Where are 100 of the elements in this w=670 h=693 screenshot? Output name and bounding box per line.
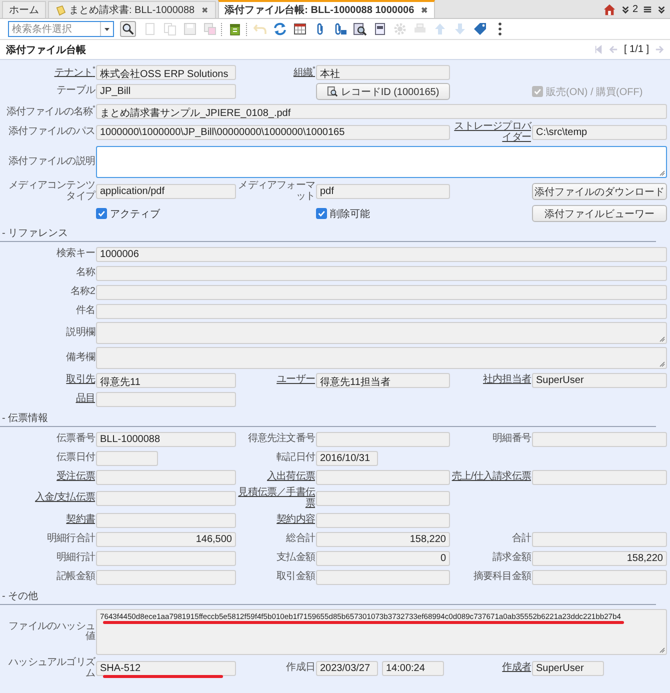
- input-field[interactable]: [532, 470, 667, 484]
- zoom-icon: [326, 86, 338, 97]
- trash-icon[interactable]: [228, 22, 242, 36]
- input-field[interactable]: 1000006: [96, 246, 667, 262]
- field-link[interactable]: 入出荷伝票: [266, 472, 315, 482]
- menu-icon[interactable]: [643, 4, 652, 14]
- checkbox[interactable]: [96, 208, 107, 219]
- field-link[interactable]: 品目: [76, 394, 95, 404]
- resize-grip-icon[interactable]: [659, 647, 665, 653]
- tab-label: ホーム: [9, 4, 39, 17]
- field-link[interactable]: ストレージプロバイダー: [451, 122, 531, 143]
- close-icon[interactable]: ✖: [421, 6, 428, 14]
- resize-grip-icon[interactable]: [659, 361, 665, 367]
- section-header[interactable]: - その他: [0, 588, 656, 605]
- input-field[interactable]: [96, 470, 236, 484]
- field-label: 検索キー: [56, 248, 95, 260]
- input-field[interactable]: 146,500: [96, 532, 236, 546]
- input-field[interactable]: SuperUser: [532, 661, 604, 676]
- checkbox[interactable]: [316, 208, 327, 219]
- input-field[interactable]: [96, 304, 667, 318]
- field-label: 記帳金額: [56, 572, 95, 582]
- zoom-icon[interactable]: [352, 22, 366, 36]
- search-button[interactable]: [120, 21, 136, 37]
- close-icon[interactable]: ✖: [202, 6, 209, 14]
- field-link[interactable]: 作成者: [502, 663, 531, 674]
- report-icon[interactable]: [372, 22, 386, 36]
- input-field[interactable]: SuperUser: [532, 372, 667, 388]
- input-field[interactable]: まとめ請求書サンプル_JPIERE_0108_.pdf: [96, 104, 667, 118]
- field-label: 取引金額: [276, 572, 315, 582]
- input-field[interactable]: 158,220: [532, 550, 667, 566]
- input-field[interactable]: [316, 491, 450, 506]
- input-field[interactable]: [316, 570, 450, 584]
- field-link[interactable]: 見積伝票／手書伝票: [237, 488, 315, 509]
- field-link[interactable]: 入金/支払伝票: [35, 493, 95, 504]
- field-link[interactable]: 社内担当者: [482, 374, 531, 386]
- paperclip-icon[interactable]: [332, 22, 346, 36]
- date-field[interactable]: 2023/03/27: [316, 661, 378, 676]
- input-field[interactable]: JP_Bill: [96, 84, 236, 99]
- field-link[interactable]: 取引先: [66, 374, 95, 386]
- input-field[interactable]: C:\src\temp: [532, 125, 667, 140]
- field-link[interactable]: 売上/仕入請求伝票: [452, 472, 531, 482]
- search-combo[interactable]: 検索条件選択: [8, 21, 114, 37]
- input-field[interactable]: application/pdf: [96, 184, 236, 199]
- input-field[interactable]: [532, 570, 667, 584]
- input-field[interactable]: [532, 432, 667, 446]
- home-icon[interactable]: [603, 2, 616, 16]
- text-area[interactable]: [96, 146, 667, 178]
- input-field[interactable]: [96, 392, 236, 406]
- field-link[interactable]: 受注伝票: [56, 472, 95, 482]
- field-value: JP_Bill: [100, 86, 131, 97]
- input-field[interactable]: [96, 550, 236, 566]
- input-field[interactable]: 株式会社OSS ERP Solutions: [96, 64, 236, 80]
- input-field[interactable]: 0: [316, 550, 450, 566]
- refresh-icon[interactable]: [272, 22, 286, 36]
- input-field[interactable]: [96, 266, 667, 280]
- input-field[interactable]: [532, 532, 667, 546]
- resize-grip-icon[interactable]: [659, 336, 665, 342]
- input-field[interactable]: 1000000\1000000\JP_Bill\00000000\1000000\1000165: [96, 125, 450, 140]
- input-field[interactable]: [316, 470, 450, 484]
- input-field[interactable]: [316, 432, 450, 446]
- note-icon: [55, 4, 66, 16]
- double-chevron-icon[interactable]: [657, 4, 666, 14]
- input-field[interactable]: BLL-1000088: [96, 432, 236, 446]
- action-button[interactable]: 添付ファイルのダウンロード: [532, 183, 667, 200]
- action-button[interactable]: レコードID (1000165): [316, 83, 450, 100]
- input-field[interactable]: SHA-512: [96, 661, 236, 676]
- input-field[interactable]: [96, 284, 667, 300]
- date-field[interactable]: 14:00:24: [382, 661, 444, 676]
- input-field[interactable]: 本社: [316, 64, 450, 80]
- field-label: 名称2: [70, 286, 95, 298]
- field-link[interactable]: 契約内容: [276, 514, 315, 526]
- input-field[interactable]: [96, 570, 236, 584]
- first-record-icon[interactable]: [594, 45, 603, 54]
- record-counter: [ 1/1 ]: [624, 44, 649, 55]
- section-header[interactable]: - 伝票情報: [0, 410, 656, 427]
- input-field[interactable]: 得意先11担当者: [316, 372, 450, 388]
- input-field[interactable]: 2016/10/31: [316, 450, 378, 466]
- input-field[interactable]: 158,220: [316, 532, 450, 546]
- next-record-icon[interactable]: [655, 45, 664, 54]
- input-field[interactable]: pdf: [316, 184, 450, 199]
- action-button[interactable]: 添付ファイルビューワー: [532, 205, 667, 222]
- field-link[interactable]: 組織$^{*}$: [293, 66, 315, 78]
- input-field[interactable]: [96, 491, 236, 506]
- double-chevron-icon[interactable]: [621, 4, 630, 14]
- tag-icon[interactable]: [472, 22, 486, 36]
- field-link[interactable]: ユーザー: [276, 374, 315, 386]
- input-field[interactable]: [96, 450, 158, 466]
- field-link[interactable]: テナント$^{*}$: [54, 66, 95, 78]
- tab[interactable]: 添付ファイル台帳: BLL-1000088 1000006 ✖: [218, 0, 436, 18]
- section-header[interactable]: - リファレンス: [0, 225, 656, 242]
- previous-record-icon[interactable]: [608, 45, 618, 54]
- resize-grip-icon[interactable]: [659, 170, 665, 176]
- input-field[interactable]: [96, 512, 236, 528]
- tab[interactable]: ホーム: [2, 1, 46, 18]
- input-field[interactable]: 得意先11: [96, 372, 236, 388]
- input-field[interactable]: [316, 512, 450, 528]
- tab[interactable]: まとめ請求書: BLL-1000088 ✖: [48, 1, 216, 18]
- grid-icon[interactable]: [292, 22, 306, 36]
- field-label: 摘要科目金額: [473, 572, 531, 582]
- field-link[interactable]: 契約書: [66, 514, 95, 526]
